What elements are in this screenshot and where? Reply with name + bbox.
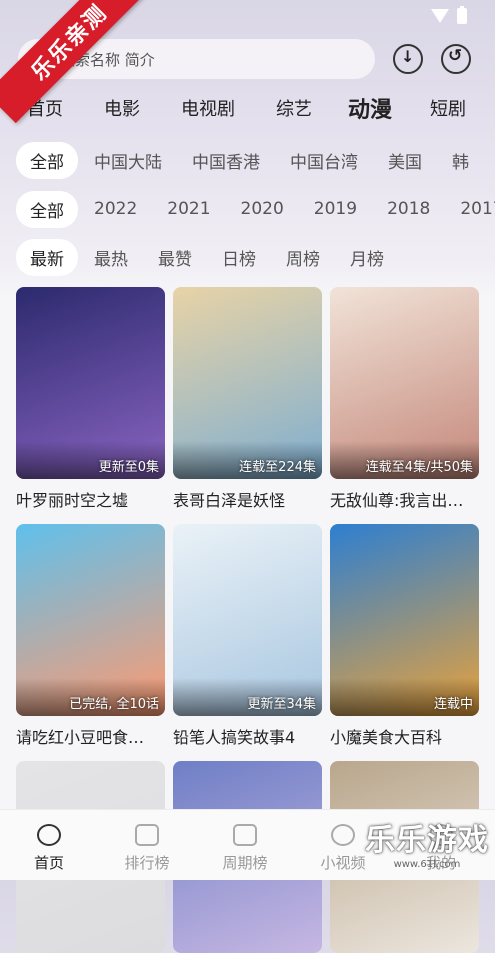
card-title[interactable]: 请吃红小豆吧食… — [16, 724, 165, 748]
poster-image[interactable]: 更新至0集 — [16, 287, 165, 479]
card-title[interactable]: 叶罗丽时空之墟 — [16, 487, 165, 511]
nav-label: 小视频 — [320, 854, 366, 872]
update-status: 更新至0集 — [98, 460, 159, 475]
poster-image[interactable]: 已完结, 全10话 — [16, 524, 165, 716]
anime-card[interactable]: 更新至0集 叶罗丽时空之墟 — [16, 287, 165, 511]
sort-chip[interactable]: 周榜 — [272, 239, 334, 276]
region-chip-all[interactable]: 全部 — [16, 141, 78, 179]
chat-bubble-icon — [331, 824, 355, 846]
update-status: 已完结, 全10话 — [69, 697, 159, 712]
anime-card[interactable]: 更新至34集 铅笔人搞笑故事4 — [173, 524, 322, 748]
region-chip[interactable]: 韩 — [438, 142, 483, 179]
nav-label: 周期榜 — [222, 854, 268, 872]
region-chip[interactable]: 美国 — [374, 142, 436, 179]
year-chip[interactable]: 2022 — [80, 193, 151, 225]
film-reel-icon — [37, 824, 61, 846]
sort-filter: 最新 最热 最赞 日榜 周榜 月榜 — [16, 238, 495, 276]
poster-image[interactable]: 连载中 — [330, 524, 479, 716]
site-watermark: 乐乐游戏 www.61l.com — [365, 815, 489, 870]
sort-chip[interactable]: 最热 — [80, 239, 142, 276]
watermark-url: www.61l.com — [393, 859, 461, 870]
year-chip[interactable]: 2020 — [227, 193, 298, 225]
year-chip[interactable]: 2021 — [153, 193, 224, 225]
year-chip[interactable]: 2019 — [300, 193, 371, 225]
tab-short-drama[interactable]: 短剧 — [430, 95, 466, 121]
sort-chip[interactable]: 月榜 — [336, 239, 398, 276]
year-chip-all[interactable]: 全部 — [16, 190, 78, 228]
year-filter: 全部 2022 2021 2020 2019 2018 2017 — [16, 190, 495, 228]
nav-label: 首页 — [33, 854, 64, 872]
sort-chip-latest[interactable]: 最新 — [16, 238, 78, 276]
tab-tv[interactable]: 电视剧 — [181, 95, 235, 121]
poster-image[interactable]: 更新至34集 — [173, 524, 322, 716]
year-chip[interactable]: 2017 — [446, 193, 495, 225]
nav-weekly[interactable]: 周期榜 — [196, 810, 294, 880]
nav-label: 排行榜 — [124, 854, 170, 872]
card-title[interactable]: 铅笔人搞笑故事4 — [173, 724, 322, 748]
battery-icon — [457, 6, 467, 24]
region-chip[interactable]: 中国大陆 — [80, 142, 176, 179]
tab-variety[interactable]: 综艺 — [276, 95, 312, 121]
download-icon[interactable] — [393, 44, 423, 74]
anime-card[interactable]: 连载至4集/共50集 无敌仙尊:我言出… — [330, 287, 479, 511]
anime-card[interactable]: 连载中 小魔美食大百科 — [330, 524, 479, 748]
card-title[interactable]: 小魔美食大百科 — [330, 724, 479, 748]
update-status: 连载至224集 — [239, 460, 316, 475]
anime-card[interactable]: 已完结, 全10话 请吃红小豆吧食… — [16, 524, 165, 748]
update-status: 连载中 — [433, 697, 473, 712]
category-tabs: 首页 电影 电视剧 综艺 动漫 短剧 — [0, 92, 495, 124]
poster-image[interactable]: 连载至224集 — [173, 287, 322, 479]
wifi-icon — [431, 9, 449, 23]
region-filter: 全部 中国大陆 中国香港 中国台湾 美国 韩 — [16, 141, 495, 179]
update-status: 更新至34集 — [247, 697, 316, 712]
watermark-title: 乐乐游戏 — [365, 823, 489, 858]
tab-anime[interactable]: 动漫 — [348, 92, 392, 124]
poster-image[interactable]: 连载至4集/共50集 — [330, 287, 479, 479]
history-icon[interactable] — [441, 44, 471, 74]
bar-chart-icon — [135, 824, 159, 846]
nav-home[interactable]: 首页 — [0, 810, 98, 880]
anime-card[interactable]: 连载至224集 表哥白泽是妖怪 — [173, 287, 322, 511]
sort-chip[interactable]: 日榜 — [208, 239, 270, 276]
region-chip[interactable]: 中国香港 — [178, 142, 274, 179]
nav-ranking[interactable]: 排行榜 — [98, 810, 196, 880]
tab-movie[interactable]: 电影 — [104, 95, 140, 121]
card-title[interactable]: 无敌仙尊:我言出… — [330, 487, 479, 511]
region-chip[interactable]: 中国台湾 — [276, 142, 372, 179]
sort-chip[interactable]: 最赞 — [144, 239, 206, 276]
year-chip[interactable]: 2018 — [373, 193, 444, 225]
update-status: 连载至4集/共50集 — [365, 460, 473, 475]
card-title[interactable]: 表哥白泽是妖怪 — [173, 487, 322, 511]
calendar-icon — [233, 824, 257, 846]
